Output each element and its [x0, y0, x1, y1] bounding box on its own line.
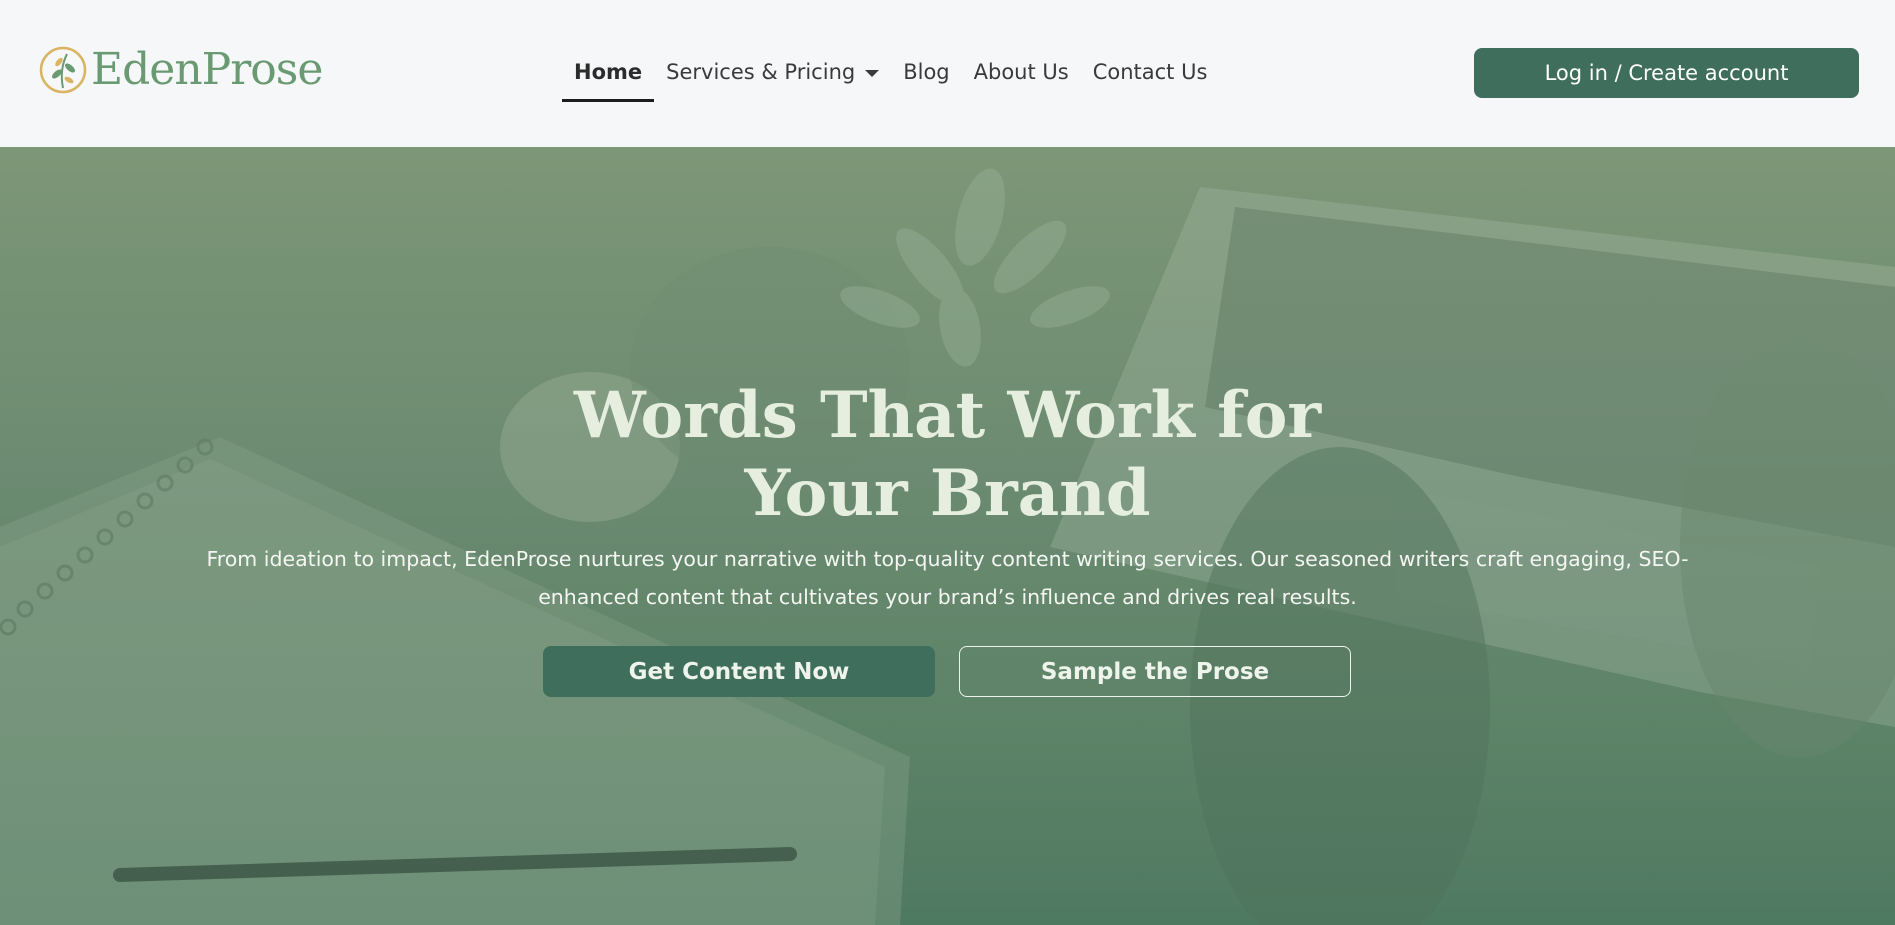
nav-services-pricing[interactable]: Services & Pricing [654, 52, 891, 92]
hero-title-line1: Words That Work for [573, 378, 1322, 453]
nav-blog[interactable]: Blog [891, 52, 961, 92]
hero-title: Words That Work for Your Brand [0, 377, 1895, 533]
brand-logo[interactable]: EdenProse [37, 44, 323, 96]
hero-description-line1: From ideation to impact, EdenProse nurtu… [206, 547, 1689, 571]
leaf-sprig-icon [39, 46, 87, 94]
get-content-now-button[interactable]: Get Content Now [543, 646, 935, 697]
hero-section: Words That Work for Your Brand From idea… [0, 147, 1895, 925]
hero-description-line2: enhanced content that cultivates your br… [538, 585, 1357, 609]
sample-the-prose-button[interactable]: Sample the Prose [959, 646, 1351, 697]
nav-about-us[interactable]: About Us [962, 52, 1081, 92]
nav-contact-us[interactable]: Contact Us [1081, 52, 1220, 92]
nav-services-pricing-label: Services & Pricing [666, 60, 856, 84]
main-nav: Home Services & Pricing Blog About Us Co… [562, 52, 1220, 102]
chevron-down-icon [865, 69, 880, 77]
hero-overlay [0, 147, 1895, 925]
hero-title-line2: Your Brand [744, 456, 1151, 531]
navbar: EdenProse Home Services & Pricing Blog A… [0, 0, 1895, 147]
login-create-account-button[interactable]: Log in / Create account [1474, 48, 1859, 98]
hero-description: From ideation to impact, EdenProse nurtu… [140, 540, 1755, 616]
brand-name: EdenProse [91, 44, 323, 95]
nav-home[interactable]: Home [562, 52, 655, 102]
